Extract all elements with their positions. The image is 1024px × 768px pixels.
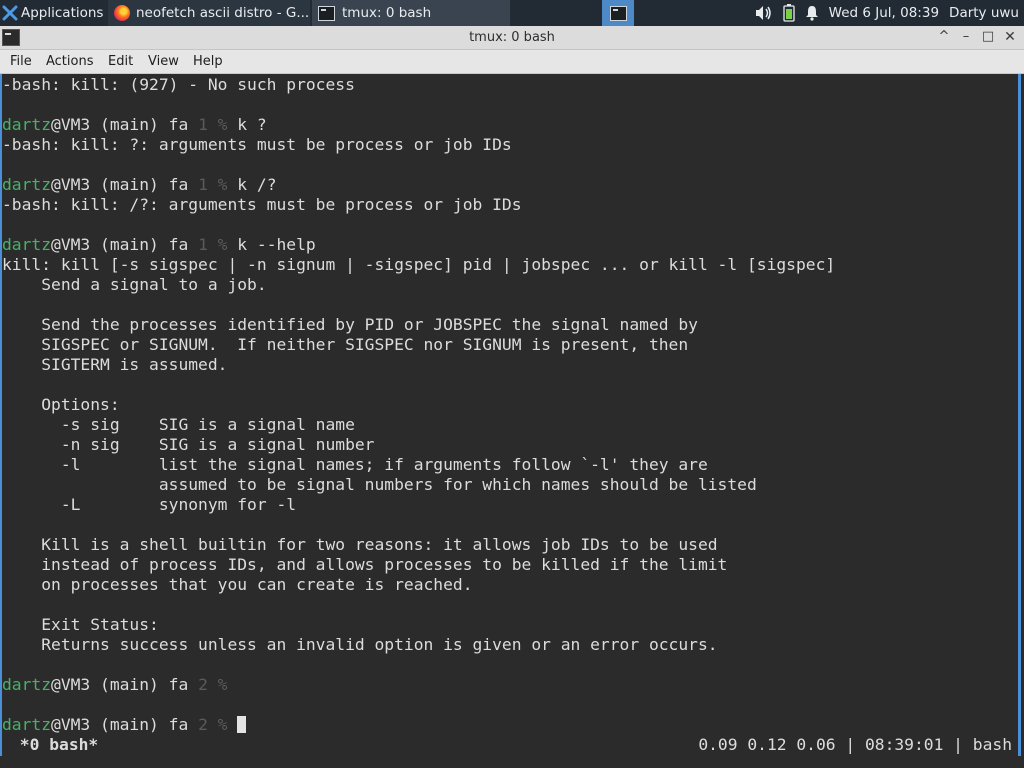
terminal-prompt-line: dartz@VM3 (main) fa 2 % xyxy=(2,715,1021,735)
terminal-output-line: Send a signal to a job. xyxy=(2,275,267,294)
terminal-output-line: -n sig SIG is a signal number xyxy=(2,435,375,454)
prompt-command: k --help xyxy=(227,235,316,254)
prompt-command: k ? xyxy=(227,115,267,134)
prompt-count: 1 xyxy=(198,115,208,134)
prompt-symbol: % xyxy=(207,675,228,694)
prompt-count: 2 xyxy=(198,715,208,734)
terminal-output-line: SIGSPEC or SIGNUM. If neither SIGSPEC no… xyxy=(2,335,689,354)
menu-file[interactable]: File xyxy=(10,50,32,73)
terminal-prompt-line: dartz@VM3 (main) fa 1 % k --help xyxy=(2,235,1021,255)
terminal-output-line: -L synonym for -l xyxy=(2,495,297,514)
terminal-output-line: on processes that you can create is reac… xyxy=(2,575,473,594)
battery-icon[interactable] xyxy=(783,4,795,22)
prompt-command: k /? xyxy=(227,175,277,194)
terminal-output-line: instead of process IDs, and allows proce… xyxy=(2,555,728,574)
bottom-edge xyxy=(0,756,1024,768)
prompt-user: dartz xyxy=(2,175,52,194)
prompt-command xyxy=(227,715,237,734)
terminal-output-line: Exit Status: xyxy=(2,615,159,634)
taskbar-item-firefox[interactable]: neofetch ascii distro - G... xyxy=(108,0,310,26)
taskbar-item-label: tmux: 0 bash xyxy=(342,5,432,21)
tmux-window-list[interactable]: *0 bash* xyxy=(10,735,98,755)
prompt-host: @VM3 (main) fa xyxy=(51,175,199,194)
clock[interactable]: Wed 6 Jul, 08:39 xyxy=(829,5,939,21)
window-titlebar[interactable]: tmux: 0 bash ^ – □ ✕ xyxy=(0,26,1024,50)
prompt-host: @VM3 (main) fa xyxy=(51,675,199,694)
notification-bell-icon[interactable] xyxy=(805,5,819,21)
prompt-user: dartz xyxy=(2,675,52,694)
close-button[interactable]: ✕ xyxy=(1001,28,1019,46)
terminal-output-line: assumed to be signal numbers for which n… xyxy=(2,475,757,494)
xfce-logo-icon xyxy=(2,5,18,21)
prompt-host: @VM3 (main) fa xyxy=(51,715,199,734)
prompt-symbol: % xyxy=(207,235,228,254)
menu-actions[interactable]: Actions xyxy=(46,50,94,73)
terminal-output-line: Send the processes identified by PID or … xyxy=(2,315,698,334)
prompt-host: @VM3 (main) fa xyxy=(51,115,199,134)
maximize-button[interactable]: □ xyxy=(979,28,997,46)
applications-menu-button[interactable]: Applications xyxy=(0,0,106,26)
prompt-symbol: % xyxy=(207,715,228,734)
terminal-prompt-line: dartz@VM3 (main) fa 2 % xyxy=(2,675,1021,695)
prompt-symbol: % xyxy=(207,175,228,194)
top-panel: Applications neofetch ascii distro - G..… xyxy=(0,0,1024,26)
terminal-output-line: -s sig SIG is a signal name xyxy=(2,415,355,434)
menu-view[interactable]: View xyxy=(148,50,179,73)
system-tray: Wed 6 Jul, 08:39 Darty uwu xyxy=(755,0,1024,26)
terminal-output-line: Options: xyxy=(2,395,120,414)
terminal-output-line: -bash: kill: ?: arguments must be proces… xyxy=(2,135,512,154)
terminal-area[interactable]: -bash: kill: (927) - No such process dar… xyxy=(0,74,1021,768)
prompt-user: dartz xyxy=(2,115,52,134)
user-menu[interactable]: Darty uwu xyxy=(949,5,1019,21)
terminal-output-line: SIGTERM is assumed. xyxy=(2,355,228,374)
terminal-output-line: Kill is a shell builtin for two reasons:… xyxy=(2,535,718,554)
shade-button[interactable]: ^ xyxy=(935,28,953,46)
prompt-user: dartz xyxy=(2,715,52,734)
menu-help[interactable]: Help xyxy=(193,50,223,73)
prompt-count: 1 xyxy=(198,175,208,194)
terminal-output: -bash: kill: (927) - No such process dar… xyxy=(2,75,1021,735)
terminal-prompt-line: dartz@VM3 (main) fa 1 % k /? xyxy=(2,175,1021,195)
taskbar-item-terminal[interactable]: tmux: 0 bash xyxy=(312,0,510,26)
terminal-icon xyxy=(609,5,627,21)
terminal-output-line: -l list the signal names; if arguments f… xyxy=(2,455,708,474)
tmux-status-right: 0.09 0.12 0.06 | 08:39:01 | bash xyxy=(698,735,1012,754)
minimize-button[interactable]: – xyxy=(957,28,975,46)
tmux-status-bar: *0 bash* 0.09 0.12 0.06 | 08:39:01 | bas… xyxy=(2,735,1018,755)
prompt-symbol: % xyxy=(207,115,228,134)
terminal-prompt-line: dartz@VM3 (main) fa 1 % k ? xyxy=(2,115,1021,135)
menu-bar: File Actions Edit View Help xyxy=(0,50,1024,74)
terminal-output-line: -bash: kill: /?: arguments must be proce… xyxy=(2,195,522,214)
prompt-count: 2 xyxy=(198,675,208,694)
prompt-host: @VM3 (main) fa xyxy=(51,235,199,254)
applications-label: Applications xyxy=(21,5,104,21)
taskbar-item-label: neofetch ascii distro - G... xyxy=(136,5,310,21)
prompt-count: 1 xyxy=(198,235,208,254)
workspace-button[interactable] xyxy=(602,0,634,26)
terminal-output-line: kill: kill [-s sigspec | -n signum | -si… xyxy=(2,255,836,274)
firefox-icon xyxy=(114,5,130,21)
terminal-cursor xyxy=(237,716,247,733)
menu-edit[interactable]: Edit xyxy=(108,50,133,73)
terminal-output-line: Returns success unless an invalid option… xyxy=(2,635,718,654)
terminal-output-line: -bash: kill: (927) - No such process xyxy=(2,75,355,94)
terminal-icon xyxy=(318,5,335,21)
volume-icon[interactable] xyxy=(755,5,773,21)
prompt-user: dartz xyxy=(2,235,52,254)
window-title: tmux: 0 bash xyxy=(469,30,555,45)
